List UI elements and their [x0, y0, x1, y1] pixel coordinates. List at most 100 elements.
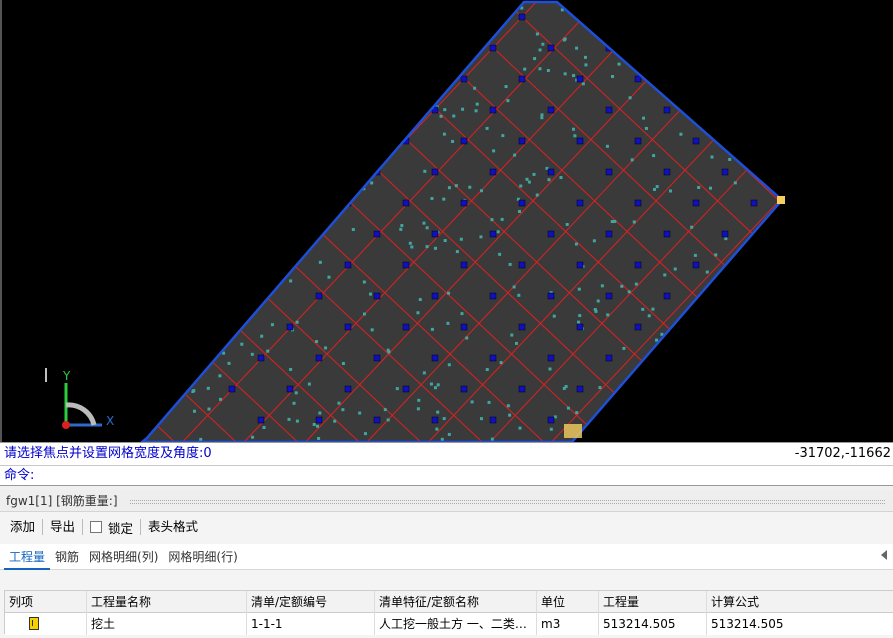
column-header[interactable]: 单位 [537, 591, 599, 613]
grid-node [634, 323, 642, 331]
document-icon[interactable] [29, 617, 39, 630]
survey-point [203, 97, 207, 101]
quantity-cell[interactable]: 513214.505 [599, 613, 707, 635]
tab-grid-detail-rows[interactable]: 网格明细(行) [163, 544, 242, 570]
panel-drag-grip[interactable] [130, 500, 885, 504]
survey-point [620, 284, 624, 288]
survey-point [578, 314, 582, 318]
survey-point [401, 102, 405, 106]
survey-point [506, 404, 510, 408]
grid-line [783, 0, 893, 442]
tab-quantity[interactable]: 工程量 [4, 544, 51, 570]
column-header[interactable]: 计算公式 [707, 591, 893, 613]
survey-point [724, 237, 728, 241]
survey-point [210, 221, 214, 225]
header-format-button[interactable]: 表头格式 [142, 517, 204, 537]
command-input[interactable]: 命令: [4, 466, 34, 486]
code-cell[interactable]: 1-1-1 [247, 613, 375, 635]
lock-checkbox[interactable]: 锁定 [84, 518, 139, 537]
survey-point [624, 409, 628, 413]
survey-point [552, 314, 556, 318]
grid-node [779, 230, 782, 238]
survey-point [470, 400, 474, 404]
name-cell[interactable]: 挖土 [87, 613, 247, 635]
survey-point [227, 361, 231, 365]
survey-point [573, 134, 577, 138]
grid-node [460, 199, 468, 207]
grid-node [779, 416, 782, 424]
column-header[interactable]: 列项 [5, 591, 87, 613]
survey-point [416, 311, 420, 315]
survey-point [311, 30, 315, 34]
export-button[interactable]: 导出 [44, 517, 81, 537]
grid-line [845, 0, 893, 442]
grid-node [228, 199, 236, 207]
grid-node [373, 44, 381, 52]
add-button[interactable]: 添加 [4, 517, 41, 537]
survey-point [236, 148, 240, 152]
survey-point [442, 132, 446, 136]
grid-node [286, 13, 294, 21]
survey-point [157, 155, 161, 159]
grid-node [721, 168, 729, 176]
tab-scroll-left-icon[interactable] [881, 550, 887, 560]
survey-point [289, 279, 293, 283]
tab-grid-detail-columns[interactable]: 网格明细(列) [84, 544, 163, 570]
grid-node [547, 106, 555, 114]
grid-node [518, 137, 526, 145]
cad-viewport[interactable]: YX [2, 0, 893, 442]
column-header[interactable]: 清单特征/定额名称 [375, 591, 537, 613]
survey-point [451, 139, 455, 143]
survey-point [261, 137, 265, 141]
survey-point [207, 185, 211, 189]
survey-point [178, 117, 182, 121]
survey-point [439, 114, 443, 118]
survey-point [220, 147, 224, 151]
grid-node [634, 137, 642, 145]
grid-node [750, 75, 758, 83]
survey-point [372, 114, 376, 118]
panel-title-bar[interactable]: fgw1[1] [钢筋重量:] [0, 490, 893, 512]
survey-point [574, 242, 578, 246]
checkbox-box[interactable] [90, 521, 103, 533]
survey-point [292, 401, 296, 405]
grid-node [460, 75, 468, 83]
table-row[interactable]: 挖土 1-1-1 人工挖一般土方 一、二类土... m3 513214.505 … [5, 613, 893, 635]
formula-cell[interactable]: 513214.505 [707, 613, 893, 635]
survey-point [679, 132, 683, 136]
grid-node [460, 137, 468, 145]
survey-point [262, 426, 266, 430]
drawing-canvas[interactable]: YX [0, 0, 893, 442]
grid-node [489, 168, 497, 176]
survey-point [231, 134, 235, 138]
survey-point [547, 178, 551, 182]
grid-node [518, 323, 526, 331]
grid-node [779, 168, 782, 176]
tab-rebar[interactable]: 钢筋 [50, 544, 84, 570]
grid-node [489, 44, 497, 52]
survey-point [260, 334, 264, 338]
grid-node [170, 261, 178, 269]
survey-point [645, 404, 649, 408]
panel-title: fgw1[1] [钢筋重量:] [6, 494, 118, 508]
survey-point [318, 159, 322, 163]
column-header[interactable]: 清单/定额编号 [247, 591, 375, 613]
survey-point [318, 218, 322, 222]
survey-point [191, 390, 195, 394]
grid-node [576, 199, 584, 207]
origin-dot-icon [62, 421, 70, 429]
panel-toolbar: 添加 导出 锁定 表头格式 [0, 514, 893, 540]
column-header[interactable]: 工程量 [599, 591, 707, 613]
column-header[interactable]: 工程量名称 [87, 591, 247, 613]
toolbar-separator [42, 519, 44, 535]
row-item-cell[interactable] [5, 613, 87, 635]
survey-point [270, 235, 274, 239]
grid-line [783, 0, 893, 442]
unit-cell[interactable]: m3 [537, 613, 599, 635]
feature-cell[interactable]: 人工挖一般土方 一、二类土... [375, 613, 537, 635]
grid-node [750, 261, 758, 269]
grid-node [315, 44, 323, 52]
survey-point [436, 410, 440, 414]
quantity-table: 列项 工程量名称 清单/定额编号 清单特征/定额名称 单位 工程量 计算公式 挖… [4, 590, 893, 635]
survey-point [425, 82, 429, 86]
